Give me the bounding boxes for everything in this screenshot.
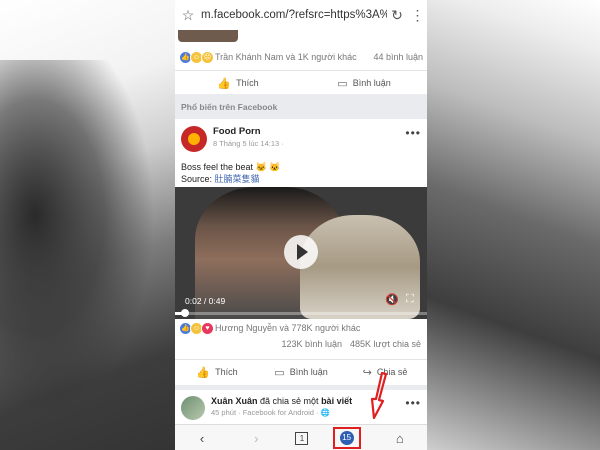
comment-count[interactable]: 44 bình luận xyxy=(373,52,423,62)
like-button[interactable]: 👍 Thích xyxy=(175,77,301,90)
reaction-icons: 👍 ☺ ☹ xyxy=(179,50,214,64)
like-label: Thích xyxy=(236,78,259,88)
video-progress-bar[interactable] xyxy=(175,309,427,317)
post-options-icon[interactable]: ••• xyxy=(405,396,421,410)
home-icon[interactable]: ⌂ xyxy=(385,431,415,446)
post-timestamp[interactable]: 8 Tháng 5 lúc 14:13 · xyxy=(213,139,405,148)
reaction-summary[interactable]: 👍 ☺ ☹ Trần Khánh Nam và 1K người khác 44… xyxy=(175,44,427,70)
notification-highlight-box: 15 xyxy=(332,427,361,449)
source-prefix: Source: xyxy=(181,174,215,184)
page-avatar[interactable] xyxy=(181,126,207,152)
reload-icon[interactable]: ↻ xyxy=(387,7,407,24)
browser-bottom-bar: ‹ › 1 15 ⌂ xyxy=(175,424,427,450)
background-scenery-right xyxy=(425,0,600,450)
browser-url-bar: ☆ m.facebook.com/?refsrc=https%3A% ↻ ⋮ xyxy=(175,0,427,31)
like-button[interactable]: 👍 Thích xyxy=(175,366,259,379)
fullscreen-icon[interactable]: ⛶ xyxy=(406,293,414,306)
annotation-arrow-icon xyxy=(370,372,388,420)
post-text-line: Boss feel the beat 🐱 🐱 xyxy=(181,162,281,172)
shared-post-author[interactable]: Xuân Xuân xyxy=(211,396,258,406)
sad-reaction-icon: ☹ xyxy=(201,50,214,64)
mute-icon[interactable]: 🔇 xyxy=(385,293,399,306)
comment-label: Bình luận xyxy=(352,78,391,88)
forward-icon[interactable]: › xyxy=(241,431,271,446)
thumbs-up-icon: 👍 xyxy=(196,366,211,379)
love-reaction-icon: ♥ xyxy=(201,321,214,335)
video-time: 0:02 / 0:49 xyxy=(185,296,226,306)
shared-post-action: đã chia sẻ một xyxy=(257,396,322,406)
tabs-count-icon[interactable]: 1 xyxy=(295,431,309,445)
browser-menu-icon[interactable]: ⋮ xyxy=(407,7,427,24)
reaction-text: Trần Khánh Nam và 1K người khác xyxy=(215,52,357,62)
comment-icon: ▭ xyxy=(274,366,285,379)
feed-post: Food Porn 8 Tháng 5 lúc 14:13 · ••• Boss… xyxy=(175,119,427,385)
user-avatar[interactable] xyxy=(181,396,205,420)
source-link[interactable]: 肚腩菜隻貓 xyxy=(215,174,260,184)
post-text: Boss feel the beat 🐱 🐱 Source: 肚腩菜隻貓 xyxy=(175,156,427,187)
comment-button[interactable]: ▭ Bình luận xyxy=(301,77,427,90)
reaction-icons: 👍 ☺ ♥ xyxy=(179,321,214,335)
shared-post-object[interactable]: bài viết xyxy=(321,396,352,406)
section-heading: Phổ biến trên Facebook xyxy=(181,102,278,112)
post-header: Food Porn 8 Tháng 5 lúc 14:13 · ••• xyxy=(175,119,427,156)
post-source: Source: 肚腩菜隻貓 xyxy=(181,173,421,185)
background-tree xyxy=(0,60,175,450)
comment-icon: ▭ xyxy=(337,77,348,90)
url-text[interactable]: m.facebook.com/?refsrc=https%3A% xyxy=(201,9,387,21)
video-cat xyxy=(300,215,420,319)
post-author[interactable]: Food Porn xyxy=(213,126,405,137)
comment-count[interactable]: 123K bình luận xyxy=(281,336,342,352)
engagement-counts: 123K bình luận 485K lượt chia sẻ xyxy=(175,336,427,352)
share-count[interactable]: 485K lượt chia sẻ xyxy=(350,336,421,352)
post-options-icon[interactable]: ••• xyxy=(405,126,421,140)
comment-button[interactable]: ▭ Bình luận xyxy=(259,366,343,379)
reaction-text: Hương Nguyễn và 778K người khác xyxy=(215,323,361,333)
notification-badge[interactable]: 15 xyxy=(339,431,354,445)
post-stats: 👍 ☺ ♥ Hương Nguyễn và 778K người khác 12… xyxy=(175,320,427,352)
bookmark-star-icon[interactable]: ☆ xyxy=(175,7,201,24)
thumbs-up-icon: 👍 xyxy=(217,77,232,90)
previous-post-footer: 👍 ☺ ☹ Trần Khánh Nam và 1K người khác 44… xyxy=(175,44,427,94)
reaction-summary[interactable]: 👍 ☺ ♥ Hương Nguyễn và 778K người khác xyxy=(175,320,427,336)
like-label: Thích xyxy=(215,367,238,377)
post-actions: 👍 Thích ▭ Bình luận xyxy=(175,70,427,95)
back-icon[interactable]: ‹ xyxy=(187,431,217,446)
previous-post-image xyxy=(175,30,427,44)
video-player[interactable]: 0:02 / 0:49 🔇 ⛶ xyxy=(175,187,427,319)
comment-label: Bình luận xyxy=(289,367,328,377)
play-button-icon[interactable] xyxy=(284,235,318,269)
video-progress-knob[interactable] xyxy=(181,309,190,317)
